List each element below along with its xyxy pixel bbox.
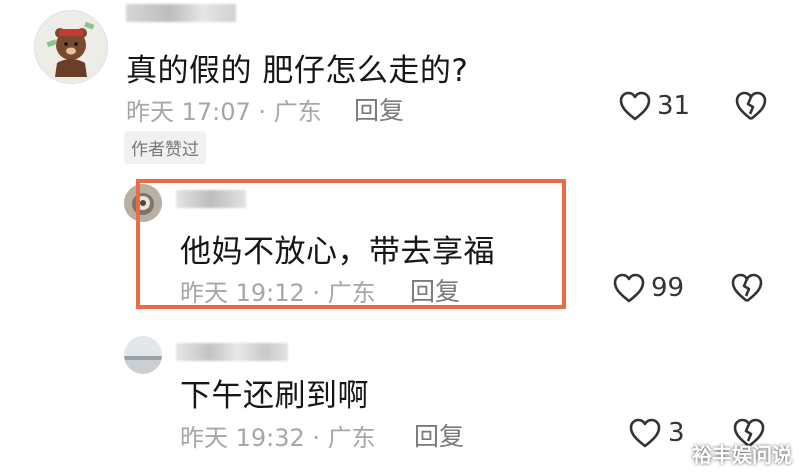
comment-time: 昨天 19:12 bbox=[180, 279, 305, 307]
like-count: 3 bbox=[668, 418, 685, 448]
heart-icon[interactable] bbox=[612, 272, 646, 304]
avatar[interactable] bbox=[34, 10, 108, 84]
reply-button[interactable]: 回复 bbox=[410, 272, 460, 308]
comment-text: 下午还刷到啊 bbox=[180, 378, 369, 414]
comment-text: 真的假的 肥仔怎么走的? bbox=[126, 53, 469, 89]
comment-time: 昨天 19:32 bbox=[180, 424, 305, 452]
heart-icon[interactable] bbox=[628, 417, 662, 449]
reply-button[interactable]: 回复 bbox=[414, 417, 464, 453]
comment-location: 广东 bbox=[327, 279, 376, 307]
comment-time: 昨天 17:07 bbox=[126, 98, 251, 126]
comment-meta: 昨天 19:12 · 广东 bbox=[180, 279, 376, 307]
comment-location: 广东 bbox=[327, 424, 376, 452]
author-liked-badge: 作者赞过 bbox=[124, 131, 206, 164]
broken-heart-icon[interactable] bbox=[734, 90, 768, 122]
like-count: 31 bbox=[657, 91, 691, 121]
reply-button[interactable]: 回复 bbox=[354, 91, 404, 127]
like-count: 99 bbox=[651, 273, 685, 303]
comment-meta: 昨天 19:32 · 广东 bbox=[180, 424, 376, 452]
username-blurred[interactable] bbox=[126, 4, 236, 22]
heart-icon[interactable] bbox=[618, 90, 652, 122]
comment-location: 广东 bbox=[273, 98, 322, 126]
avatar[interactable] bbox=[124, 336, 162, 374]
broken-heart-icon[interactable] bbox=[730, 272, 764, 304]
username-blurred[interactable] bbox=[176, 343, 288, 361]
comment-meta: 昨天 17:07 · 广东 bbox=[126, 98, 322, 126]
watermark: 裕丰娱问说 bbox=[692, 443, 792, 467]
comment-text: 他妈不放心，带去享福 bbox=[180, 234, 495, 270]
